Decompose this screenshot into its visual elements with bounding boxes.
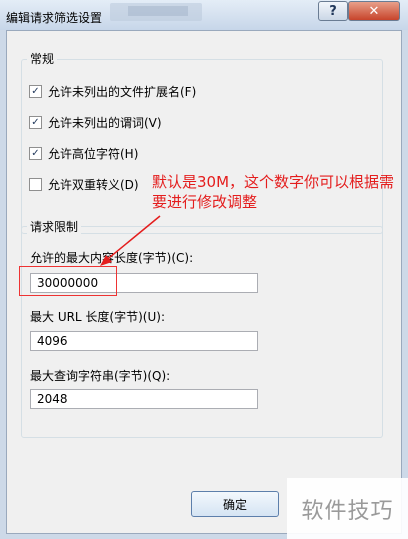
ok-button[interactable]: 确定 xyxy=(191,491,279,517)
max-query-string-label: 最大查询字符串(字节)(Q): xyxy=(30,369,171,383)
checkbox-label: 允许高位字符(H) xyxy=(48,147,139,161)
checkbox-checked-icon: ✓ xyxy=(29,116,42,129)
close-button[interactable]: ✕ xyxy=(348,1,400,21)
max-url-length-input[interactable] xyxy=(30,331,258,351)
checkbox-label: 允许未列出的文件扩展名(F) xyxy=(48,85,197,99)
allow-unlisted-verbs-checkbox[interactable]: ✓ 允许未列出的谓词(V) xyxy=(29,114,162,131)
checkbox-unchecked-icon xyxy=(29,178,42,191)
allow-high-bit-characters-checkbox[interactable]: ✓ 允许高位字符(H) xyxy=(29,145,138,162)
watermark: 软件技巧 xyxy=(287,478,408,539)
general-group-label: 常规 xyxy=(27,50,58,67)
checkbox-checked-icon: ✓ xyxy=(29,85,42,98)
annotation-highlight-box xyxy=(19,266,117,296)
max-query-string-input[interactable] xyxy=(30,389,258,409)
request-limits-group-label: 请求限制 xyxy=(27,218,82,235)
help-button[interactable]: ? xyxy=(318,1,348,21)
background-tab-shadow-inner xyxy=(128,6,188,16)
allow-unlisted-extensions-checkbox[interactable]: ✓ 允许未列出的文件扩展名(F) xyxy=(29,83,196,100)
checkbox-checked-icon: ✓ xyxy=(29,147,42,160)
title-bar: 编辑请求筛选设置 ? ✕ xyxy=(0,0,408,30)
annotation-note: 默认是30M，这个数字你可以根据需要进行修改调整 xyxy=(152,173,395,211)
dialog-client-area: 常规 ✓ 允许未列出的文件扩展名(F) ✓ 允许未列出的谓词(V) ✓ 允许高位… xyxy=(6,30,402,534)
allow-double-escaping-checkbox[interactable]: 允许双重转义(D) xyxy=(29,176,139,193)
max-url-length-label: 最大 URL 长度(字节)(U): xyxy=(30,310,165,324)
window-title: 编辑请求筛选设置 xyxy=(6,11,103,25)
checkbox-label: 允许未列出的谓词(V) xyxy=(48,116,162,130)
checkbox-label: 允许双重转义(D) xyxy=(48,178,139,192)
max-content-length-label: 允许的最大内容长度(字节)(C): xyxy=(30,251,194,265)
